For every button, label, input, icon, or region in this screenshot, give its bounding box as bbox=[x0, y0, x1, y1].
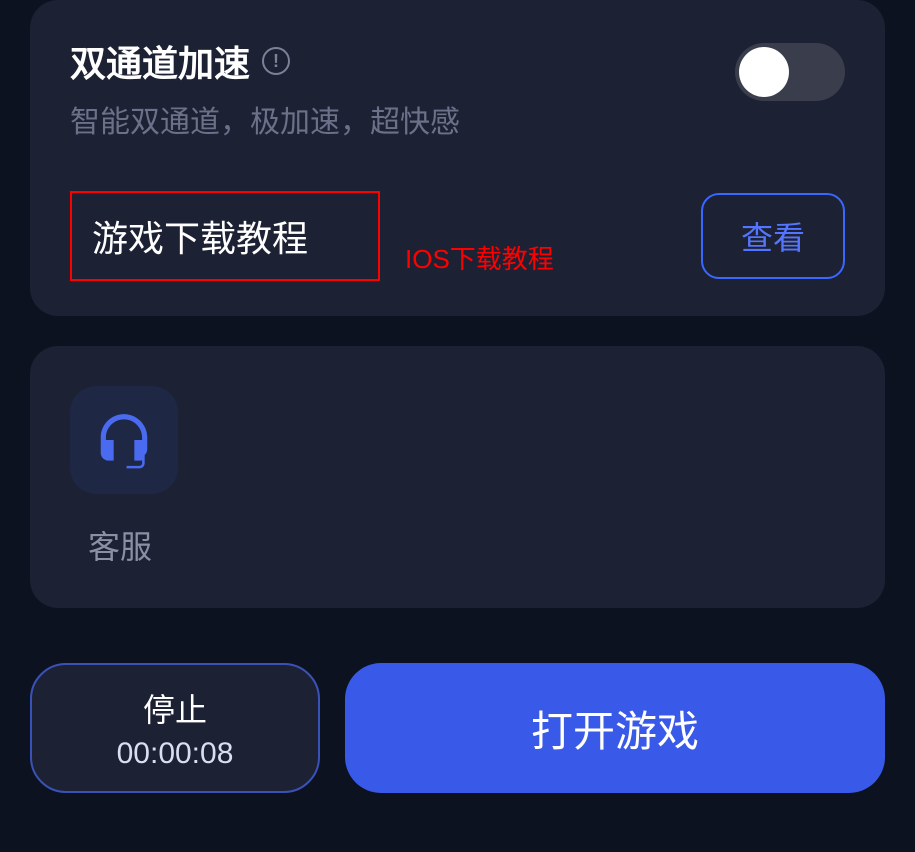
info-icon-glyph: ! bbox=[273, 51, 279, 72]
open-game-button[interactable]: 打开游戏 bbox=[345, 663, 885, 793]
open-game-label: 打开游戏 bbox=[531, 698, 699, 759]
dual-channel-row: 双通道加速 ! 智能双通道，极加速，超快感 bbox=[70, 35, 845, 141]
settings-card: 双通道加速 ! 智能双通道，极加速，超快感 游戏下载教程 IOS下载教程 查看 bbox=[30, 0, 885, 316]
stop-label: 停止 bbox=[143, 685, 207, 731]
dual-channel-toggle[interactable] bbox=[735, 43, 845, 101]
customer-service-icon-box bbox=[70, 386, 178, 494]
dual-channel-title: 双通道加速 bbox=[70, 35, 250, 87]
info-icon[interactable]: ! bbox=[262, 47, 290, 75]
headset-icon bbox=[93, 409, 155, 471]
tutorial-row: 游戏下载教程 IOS下载教程 查看 bbox=[70, 191, 845, 281]
tutorial-title: 游戏下载教程 bbox=[92, 210, 308, 262]
tutorial-annotation: IOS下载教程 bbox=[405, 239, 554, 276]
tutorial-highlight-box: 游戏下载教程 bbox=[70, 191, 380, 281]
customer-service-item[interactable]: 客服 bbox=[70, 386, 845, 568]
toggle-knob bbox=[739, 47, 789, 97]
dual-channel-text-block: 双通道加速 ! 智能双通道，极加速，超快感 bbox=[70, 35, 735, 141]
dual-channel-subtitle: 智能双通道，极加速，超快感 bbox=[70, 97, 735, 141]
service-card: 客服 bbox=[30, 346, 885, 608]
view-tutorial-button[interactable]: 查看 bbox=[701, 193, 845, 279]
stop-timer: 00:00:08 bbox=[117, 737, 234, 771]
dual-channel-title-row: 双通道加速 ! bbox=[70, 35, 735, 87]
stop-button[interactable]: 停止 00:00:08 bbox=[30, 663, 320, 793]
bottom-action-bar: 停止 00:00:08 打开游戏 bbox=[30, 663, 885, 793]
customer-service-label: 客服 bbox=[88, 522, 152, 568]
